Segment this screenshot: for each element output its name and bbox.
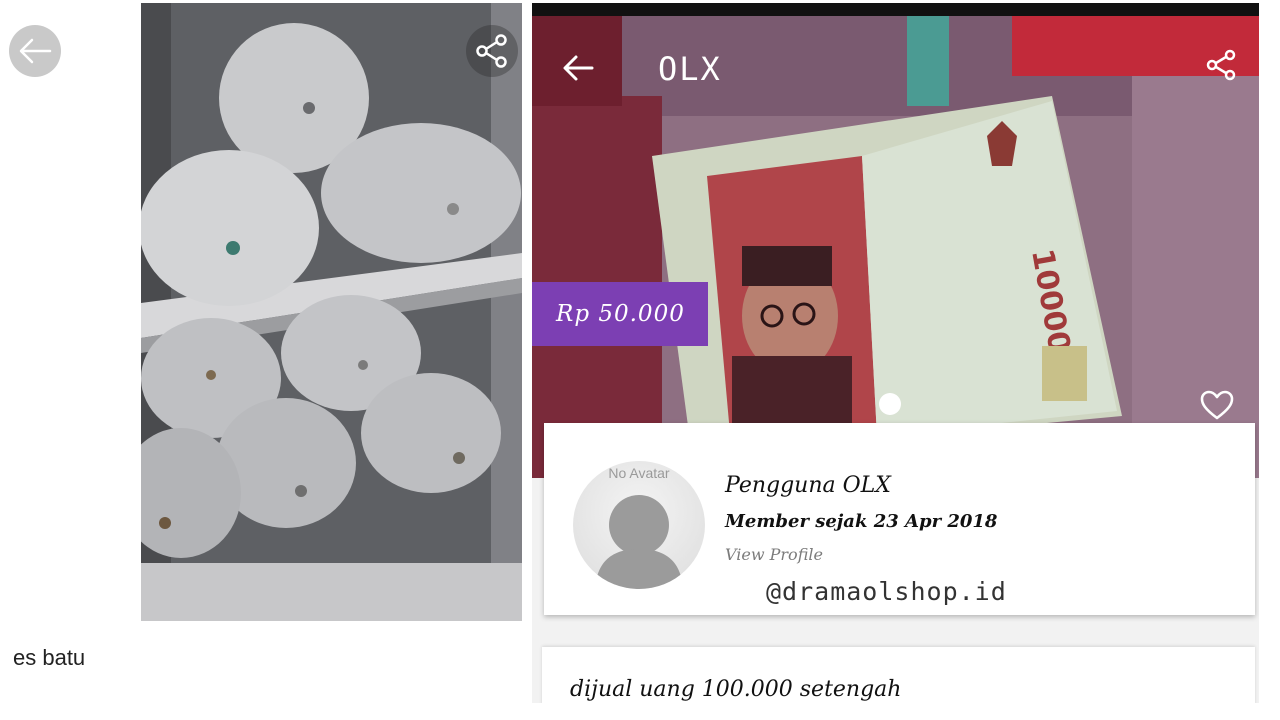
description-card: dijual uang 100.000 setengah	[542, 647, 1255, 703]
ice-bags-image	[141, 3, 522, 621]
favorite-button[interactable]	[1200, 390, 1236, 424]
listing-description: dijual uang 100.000 setengah	[570, 677, 902, 702]
listing-caption: es batu	[13, 645, 86, 670]
arrow-left-icon	[563, 55, 594, 81]
person-silhouette-icon	[595, 495, 683, 589]
listing-hero-image[interactable]: 100000 OLX Rp 50.000	[532, 16, 1259, 478]
share-icon	[1206, 49, 1236, 81]
status-bar	[532, 3, 1259, 16]
price-badge: Rp 50.000	[532, 282, 708, 346]
share-button[interactable]	[466, 25, 518, 77]
share-icon	[476, 34, 507, 68]
image-pager-dot[interactable]	[879, 393, 901, 415]
seller-name: Pengguna OLX	[725, 473, 891, 498]
olx-screenshot: 100000 OLX Rp 50.000 No Avatar Pengguna …	[532, 3, 1259, 703]
back-button[interactable]	[9, 25, 61, 77]
member-since: Member sejak 23 Apr 2018	[725, 511, 998, 532]
app-title: OLX	[658, 50, 722, 88]
watermark: @dramaolshop.id	[766, 577, 1007, 606]
arrow-left-icon	[19, 38, 52, 64]
share-button[interactable]	[1204, 48, 1248, 92]
avatar[interactable]: No Avatar	[573, 461, 705, 589]
back-button[interactable]	[562, 54, 598, 90]
heart-icon	[1200, 390, 1234, 420]
seller-card: No Avatar Pengguna OLX Member sejak 23 A…	[544, 423, 1255, 615]
view-profile-link[interactable]: View Profile	[725, 545, 823, 564]
product-photo[interactable]	[141, 3, 522, 621]
